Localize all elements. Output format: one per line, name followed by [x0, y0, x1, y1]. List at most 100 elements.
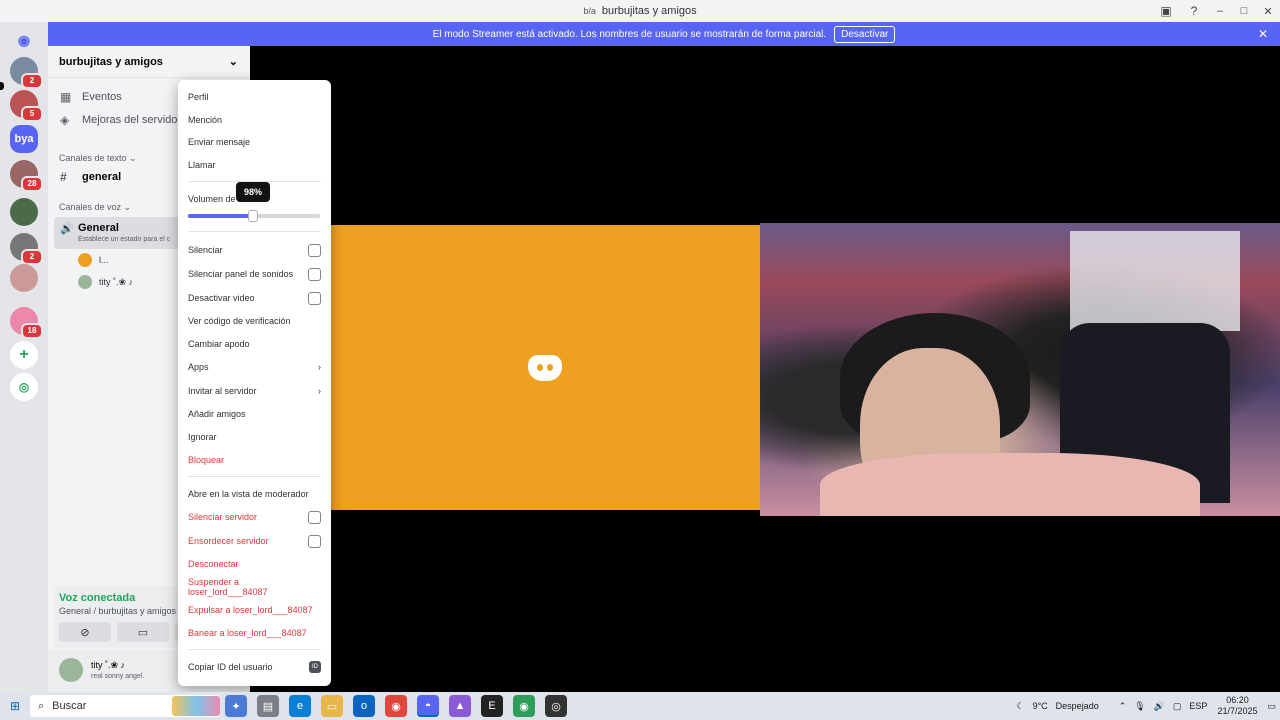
menu-item-kick[interactable]: Expulsar a loser_lord___84087	[188, 600, 321, 620]
avatar	[78, 253, 92, 267]
language-indicator[interactable]: ESP	[1189, 701, 1207, 711]
deactivate-button[interactable]: Desactivar	[834, 25, 896, 43]
server-icon-5[interactable]	[10, 198, 38, 226]
menu-item-send-message[interactable]: Enviar mensaje	[188, 132, 321, 152]
menu-item-verification-code[interactable]: Ver código de verificación	[188, 311, 321, 331]
menu-label: Ver código de verificación	[188, 316, 291, 326]
server-icon-7[interactable]	[10, 264, 38, 292]
menu-item-mute-soundboard[interactable]: Silenciar panel de sonidos	[188, 264, 321, 284]
server-icon-bya[interactable]: bya	[10, 125, 38, 153]
server-deafen-checkbox[interactable]	[308, 534, 321, 548]
menu-label: Abre en la vista de moderador	[188, 489, 309, 499]
file-explorer-icon[interactable]: ▭	[321, 695, 343, 717]
outlook-icon[interactable]: o	[353, 695, 375, 717]
copilot-icon[interactable]: ✦	[225, 695, 247, 717]
weather-icon[interactable]: ☾	[1016, 701, 1024, 712]
volume-tooltip: 98%	[236, 182, 270, 202]
menu-item-block[interactable]: Bloquear	[188, 450, 321, 470]
menu-item-invite[interactable]: Invitar al servidor ›	[188, 381, 321, 401]
text-category[interactable]: Canales de texto ⌄	[59, 153, 137, 164]
menu-item-ignore[interactable]: Ignorar	[188, 427, 321, 447]
chrome-profile-icon[interactable]: ◉	[513, 695, 535, 717]
menu-item-mention[interactable]: Mención	[188, 110, 321, 130]
screen-share-button[interactable]: ▭	[117, 622, 169, 642]
voice-user[interactable]: l...	[78, 253, 109, 267]
maximize-button[interactable]: □	[1232, 5, 1256, 17]
menu-item-change-nickname[interactable]: Cambiar apodo	[188, 334, 321, 354]
taskbar-search[interactable]: ⌕ Buscar	[30, 695, 220, 717]
video-off-button[interactable]: ⊘	[59, 622, 111, 642]
chevron-up-icon[interactable]: ⌃	[1119, 701, 1127, 712]
menu-item-mute[interactable]: Silenciar	[188, 240, 321, 260]
server-mute-checkbox[interactable]	[308, 510, 321, 524]
menu-item-add-friend[interactable]: Añadir amigos	[188, 404, 321, 424]
avatar[interactable]	[59, 658, 83, 682]
menu-item-apps[interactable]: Apps ›	[188, 357, 321, 377]
notifications-icon[interactable]: ▭	[1267, 701, 1276, 712]
menu-item-server-mute[interactable]: Silenciar servidor	[188, 507, 321, 527]
server-list: ◉ 2 5 bya 28 2 18 + ◎	[0, 22, 48, 692]
mute-checkbox[interactable]	[308, 243, 321, 257]
menu-item-ban[interactable]: Banear a loser_lord___84087	[188, 623, 321, 643]
menu-label: Silenciar	[188, 245, 223, 255]
user-tile-no-video[interactable]	[330, 225, 760, 510]
weather-temp[interactable]: 9°C	[1033, 701, 1048, 711]
chrome-icon[interactable]: ◉	[385, 695, 407, 717]
server-icon-8[interactable]: 18	[10, 307, 43, 339]
weather-text[interactable]: Despejado	[1056, 701, 1099, 711]
voice-status-text[interactable]: Establece un estado para el c	[78, 236, 170, 243]
menu-item-copy-user-id[interactable]: Copiar ID del usuario ID	[188, 657, 321, 677]
search-icon: ⌕	[38, 699, 45, 712]
category-label: Canales de voz	[59, 202, 122, 212]
help-icon[interactable]: ?	[1180, 4, 1208, 18]
inbox-icon[interactable]: ▣	[1152, 4, 1180, 18]
mute-soundboard-checkbox[interactable]	[308, 267, 321, 281]
close-window-button[interactable]: ✕	[1256, 5, 1280, 18]
menu-label: Desconectar	[188, 559, 239, 569]
explore-icon[interactable]: ◎	[10, 373, 38, 401]
menu-item-suspend[interactable]: Suspender a loser_lord___84087	[188, 577, 321, 597]
disable-video-checkbox[interactable]	[308, 291, 321, 305]
server-icon-4[interactable]: 28	[10, 160, 43, 192]
user-volume-slider[interactable]	[188, 210, 320, 222]
clock[interactable]: 06:20 21/7/2025	[1217, 695, 1257, 717]
server-icon-6[interactable]: 2	[10, 233, 43, 265]
menu-label: Expulsar a loser_lord___84087	[188, 605, 313, 615]
voice-category[interactable]: Canales de voz ⌄	[59, 202, 131, 213]
server-header[interactable]: burbujitas y amigos ⌄	[48, 46, 250, 78]
voice-connected-title[interactable]: Voz conectada	[59, 592, 135, 604]
menu-item-disable-video[interactable]: Desactivar video	[188, 288, 321, 308]
user-video-tile[interactable]	[760, 223, 1280, 516]
microphone-icon[interactable]: 🎙	[1134, 701, 1145, 712]
menu-item-moderator-view[interactable]: Abre en la vista de moderador	[188, 484, 321, 504]
menu-item-profile[interactable]: Perfil	[188, 87, 321, 107]
store-icon[interactable]: ▤	[257, 695, 279, 717]
events-item[interactable]: ▦ Eventos	[60, 90, 122, 104]
user-name[interactable]: tity ˚.❀ ♪	[91, 660, 125, 671]
obs-icon[interactable]: ◎	[545, 695, 567, 717]
epic-games-icon[interactable]: E	[481, 695, 503, 717]
menu-label: Ensordecer servidor	[188, 536, 269, 546]
discord-logo-icon	[528, 354, 562, 381]
discord-icon[interactable]: ◓	[417, 695, 439, 717]
menu-item-disconnect[interactable]: Desconectar	[188, 554, 321, 574]
edge-icon[interactable]: e	[289, 695, 311, 717]
server-icon-1[interactable]: 2	[10, 57, 43, 89]
discord-home-icon[interactable]: ◉	[10, 26, 38, 54]
menu-item-server-deafen[interactable]: Ensordecer servidor	[188, 531, 321, 551]
app-icon[interactable]: ▲	[449, 695, 471, 717]
windows-start-icon[interactable]: ⊞	[0, 699, 30, 713]
add-server-icon[interactable]: +	[10, 341, 38, 369]
network-icon[interactable]: ▢	[1173, 701, 1182, 712]
server-icon-2[interactable]: 5	[10, 90, 43, 122]
boosts-item[interactable]: ◈ Mejoras del servidor	[60, 113, 181, 127]
close-icon[interactable]: ✕	[1258, 27, 1268, 41]
slider-handle[interactable]	[247, 210, 258, 222]
volume-icon[interactable]: 🔊	[1154, 701, 1165, 712]
menu-item-call[interactable]: Llamar	[188, 155, 321, 175]
voice-connected-subtitle[interactable]: General / burbujitas y amigos	[59, 606, 176, 616]
menu-label: Copiar ID del usuario	[188, 662, 273, 672]
minimize-button[interactable]: –	[1208, 5, 1232, 17]
voice-user[interactable]: tity ˚.❀ ♪	[78, 275, 133, 289]
channel-general-text[interactable]: # general	[60, 170, 121, 184]
